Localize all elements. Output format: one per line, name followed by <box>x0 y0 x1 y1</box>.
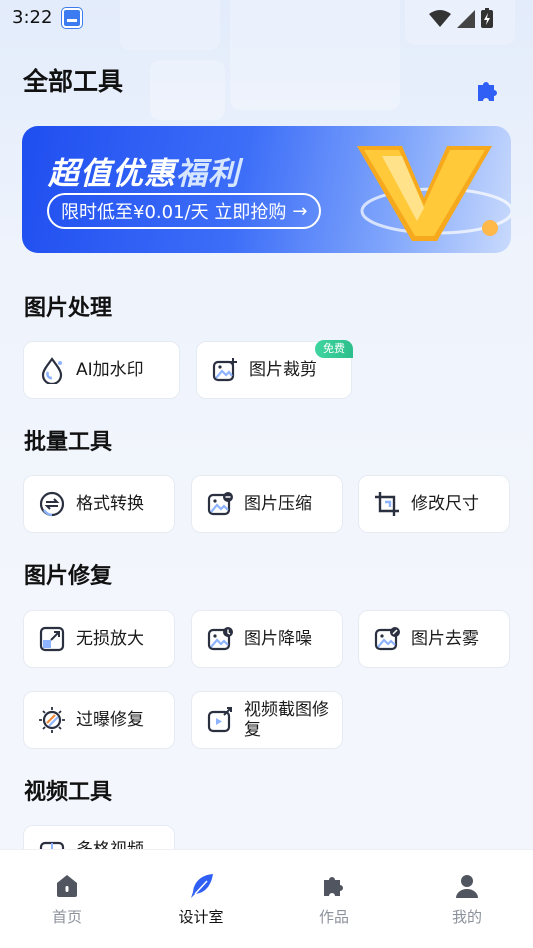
page-title: 全部工具 <box>23 67 124 96</box>
bottom-tab-bar: 首页 设计室 作品 我的 <box>0 849 533 948</box>
tool-card-overexposure-repair[interactable]: 过曝修复 <box>23 691 175 749</box>
tab-home[interactable]: 首页 <box>27 872 107 927</box>
wifi-icon <box>429 10 451 27</box>
image-denoise-icon <box>207 627 233 651</box>
tool-label: 修改尺寸 <box>411 494 479 514</box>
crop-icon <box>375 492 399 516</box>
feather-icon <box>191 874 213 898</box>
section-title-image-processing: 图片处理 <box>24 296 113 321</box>
tab-mine[interactable]: 我的 <box>427 872 507 927</box>
image-crop-icon <box>212 358 237 382</box>
app-notification-icon <box>62 8 82 28</box>
banner-title-accent: 福利 <box>176 156 240 192</box>
tool-card-resize[interactable]: 修改尺寸 <box>358 475 510 533</box>
home-icon <box>57 875 77 897</box>
signal-icon <box>457 10 475 28</box>
tool-card-image-denoise[interactable]: 图片降噪 <box>191 610 343 668</box>
tool-label: 视频截图修复 <box>244 700 329 740</box>
tool-card-image-crop[interactable]: 图片裁剪 免费 <box>196 340 353 399</box>
tool-label: 无损放大 <box>76 629 144 649</box>
tool-card-format-convert[interactable]: 格式转换 <box>23 475 175 533</box>
exposure-icon <box>39 707 65 733</box>
battery-icon <box>481 8 493 28</box>
tool-label: 图片裁剪 <box>249 360 317 380</box>
user-icon <box>456 875 478 898</box>
status-bar: 3:22 <box>0 0 533 36</box>
video-screenshot-icon <box>207 707 232 733</box>
tool-card-image-compress[interactable]: 图片压缩 <box>191 475 343 533</box>
banner-buy-button[interactable]: 限时低至¥0.01/天 立即抢购 → <box>47 193 322 229</box>
banner-pill-text: 限时低至¥0.01/天 立即抢购 <box>61 202 287 223</box>
tab-design-studio[interactable]: 设计室 <box>161 872 241 927</box>
tool-label: 图片去雾 <box>411 629 479 649</box>
tab-label: 我的 <box>451 908 482 926</box>
status-time: 3:22 <box>12 7 53 28</box>
tab-label: 作品 <box>318 908 349 926</box>
section-title-batch-tools: 批量工具 <box>24 430 113 455</box>
tool-label: 过曝修复 <box>76 710 144 730</box>
image-dehaze-icon <box>374 627 400 651</box>
tool-label: 图片降噪 <box>244 629 312 649</box>
banner-title-main: 超值优惠 <box>48 156 176 192</box>
tab-works[interactable]: 作品 <box>294 872 374 927</box>
convert-icon <box>39 491 65 517</box>
plugin-button[interactable] <box>472 76 502 106</box>
puzzle-icon <box>478 82 497 101</box>
tool-card-ai-watermark[interactable]: AI加水印 <box>23 341 180 399</box>
tool-card-video-screenshot-repair[interactable]: 视频截图修复 <box>191 691 343 749</box>
section-title-video-tools: 视频工具 <box>24 780 113 805</box>
tool-label: AI加水印 <box>76 360 144 380</box>
enlarge-icon <box>39 626 65 652</box>
tool-label: 图片压缩 <box>244 494 312 514</box>
image-compress-icon <box>207 492 233 516</box>
section-title-image-repair: 图片修复 <box>24 564 113 589</box>
status-icons <box>429 8 493 28</box>
vip-v-logo <box>357 146 511 241</box>
promo-banner[interactable]: 超值优惠福利 限时低至¥0.01/天 立即抢购 → <box>22 126 511 253</box>
tab-label: 首页 <box>51 908 82 926</box>
water-drop-icon <box>41 357 63 384</box>
puzzle-icon <box>324 877 343 896</box>
tool-card-image-dehaze[interactable]: 图片去雾 <box>358 610 510 668</box>
banner-title: 超值优惠福利 <box>48 148 240 193</box>
free-badge: 免费 <box>315 340 353 358</box>
tool-label: 格式转换 <box>76 494 144 514</box>
arrow-right-icon: → <box>292 200 308 222</box>
tab-label: 设计室 <box>178 908 224 926</box>
tool-card-lossless-enlarge[interactable]: 无损放大 <box>23 610 175 668</box>
